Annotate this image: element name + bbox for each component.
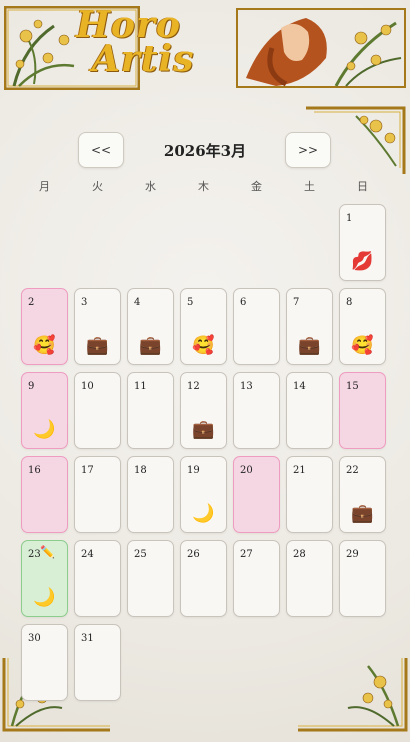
day-cell-18[interactable]: 18 — [127, 456, 174, 533]
day-cell-20[interactable]: 20 — [233, 456, 280, 533]
day-cell-28[interactable]: 28 — [286, 540, 333, 617]
day-cell-19[interactable]: 19 🌙 — [180, 456, 227, 533]
day-cell-22[interactable]: 22 💼 — [339, 456, 386, 533]
day-number: 16 — [28, 465, 41, 476]
day-number: 2 — [28, 297, 35, 308]
day-number: 14 — [293, 381, 306, 392]
day-cell-6[interactable]: 6 — [233, 288, 280, 365]
briefcase-icon: 💼 — [298, 335, 321, 356]
day-number: 1 — [346, 213, 353, 224]
day-cell-17[interactable]: 17 — [74, 456, 121, 533]
day-cell-15[interactable]: 15 — [339, 372, 386, 449]
day-cell-26[interactable]: 26 — [180, 540, 227, 617]
day-cell-4[interactable]: 4 💼 — [127, 288, 174, 365]
day-number: 5 — [187, 297, 194, 308]
day-number: 23 — [28, 549, 41, 560]
blush-icon: 🥰 — [351, 335, 374, 356]
day-cell-25[interactable]: 25 — [127, 540, 174, 617]
pencil-icon: ✏️ — [40, 545, 55, 559]
day-number: 30 — [28, 633, 41, 644]
day-number: 27 — [240, 549, 253, 560]
day-number: 11 — [134, 381, 147, 392]
moon-icon: 🌙 — [33, 587, 56, 608]
day-cell-16[interactable]: 16 — [21, 456, 68, 533]
blush-icon: 🥰 — [192, 335, 215, 356]
day-number: 12 — [187, 381, 200, 392]
briefcase-icon: 💼 — [86, 335, 109, 356]
day-number: 15 — [346, 381, 359, 392]
day-number: 19 — [187, 465, 200, 476]
day-cell-24[interactable]: 24 — [74, 540, 121, 617]
day-cell-2[interactable]: 2 🥰 — [21, 288, 68, 365]
moon-icon: 🌙 — [33, 419, 56, 440]
day-number: 31 — [81, 633, 94, 644]
day-number: 3 — [81, 297, 88, 308]
day-cell-29[interactable]: 29 — [339, 540, 386, 617]
briefcase-icon: 💼 — [139, 335, 162, 356]
blush-icon: 🥰 — [33, 335, 56, 356]
day-cell-30[interactable]: 30 — [21, 624, 68, 701]
day-cell-12[interactable]: 12 💼 — [180, 372, 227, 449]
day-cell-3[interactable]: 3 💼 — [74, 288, 121, 365]
day-number: 4 — [134, 297, 141, 308]
day-cell-14[interactable]: 14 — [286, 372, 333, 449]
day-cell-10[interactable]: 10 — [74, 372, 121, 449]
briefcase-icon: 💼 — [351, 503, 374, 524]
day-number: 17 — [81, 465, 94, 476]
day-number: 22 — [346, 465, 359, 476]
day-number: 18 — [134, 465, 147, 476]
day-cell-21[interactable]: 21 — [286, 456, 333, 533]
day-number: 20 — [240, 465, 253, 476]
day-number: 7 — [293, 297, 300, 308]
day-number: 26 — [187, 549, 200, 560]
day-cell-27[interactable]: 27 — [233, 540, 280, 617]
day-cell-11[interactable]: 11 — [127, 372, 174, 449]
day-number: 13 — [240, 381, 253, 392]
day-number: 24 — [81, 549, 94, 560]
day-cell-1[interactable]: 1 💋 — [339, 204, 386, 281]
calendar-grid: 1 💋 2 🥰 3 💼 4 💼 5 🥰 6 7 💼 8 🥰 9 🌙 10 11 … — [0, 0, 410, 742]
day-cell-7[interactable]: 7 💼 — [286, 288, 333, 365]
briefcase-icon: 💼 — [192, 419, 215, 440]
day-cell-5[interactable]: 5 🥰 — [180, 288, 227, 365]
day-number: 8 — [346, 297, 353, 308]
day-cell-31[interactable]: 31 — [74, 624, 121, 701]
day-cell-9[interactable]: 9 🌙 — [21, 372, 68, 449]
day-cell-8[interactable]: 8 🥰 — [339, 288, 386, 365]
moon-icon: 🌙 — [192, 503, 215, 524]
day-number: 9 — [28, 381, 35, 392]
day-number: 6 — [240, 297, 247, 308]
day-number: 25 — [134, 549, 147, 560]
day-cell-13[interactable]: 13 — [233, 372, 280, 449]
lips-icon: 💋 — [351, 251, 374, 272]
day-number: 10 — [81, 381, 94, 392]
day-number: 29 — [346, 549, 359, 560]
day-number: 21 — [293, 465, 306, 476]
day-cell-23[interactable]: 23 ✏️ 🌙 — [21, 540, 68, 617]
day-number: 28 — [293, 549, 306, 560]
